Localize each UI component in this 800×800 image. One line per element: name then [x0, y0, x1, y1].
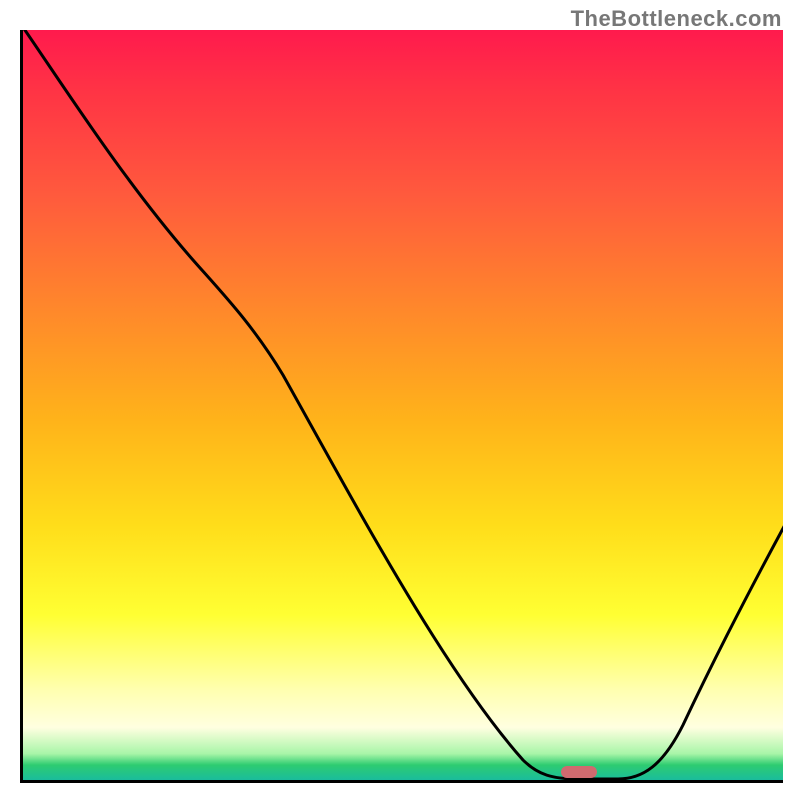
bottleneck-curve: [23, 30, 783, 779]
plot-area: [20, 30, 783, 783]
chart-container: TheBottleneck.com: [0, 0, 800, 800]
optimal-marker: [561, 766, 597, 778]
curve-svg: [23, 30, 783, 780]
watermark-text: TheBottleneck.com: [571, 6, 782, 32]
